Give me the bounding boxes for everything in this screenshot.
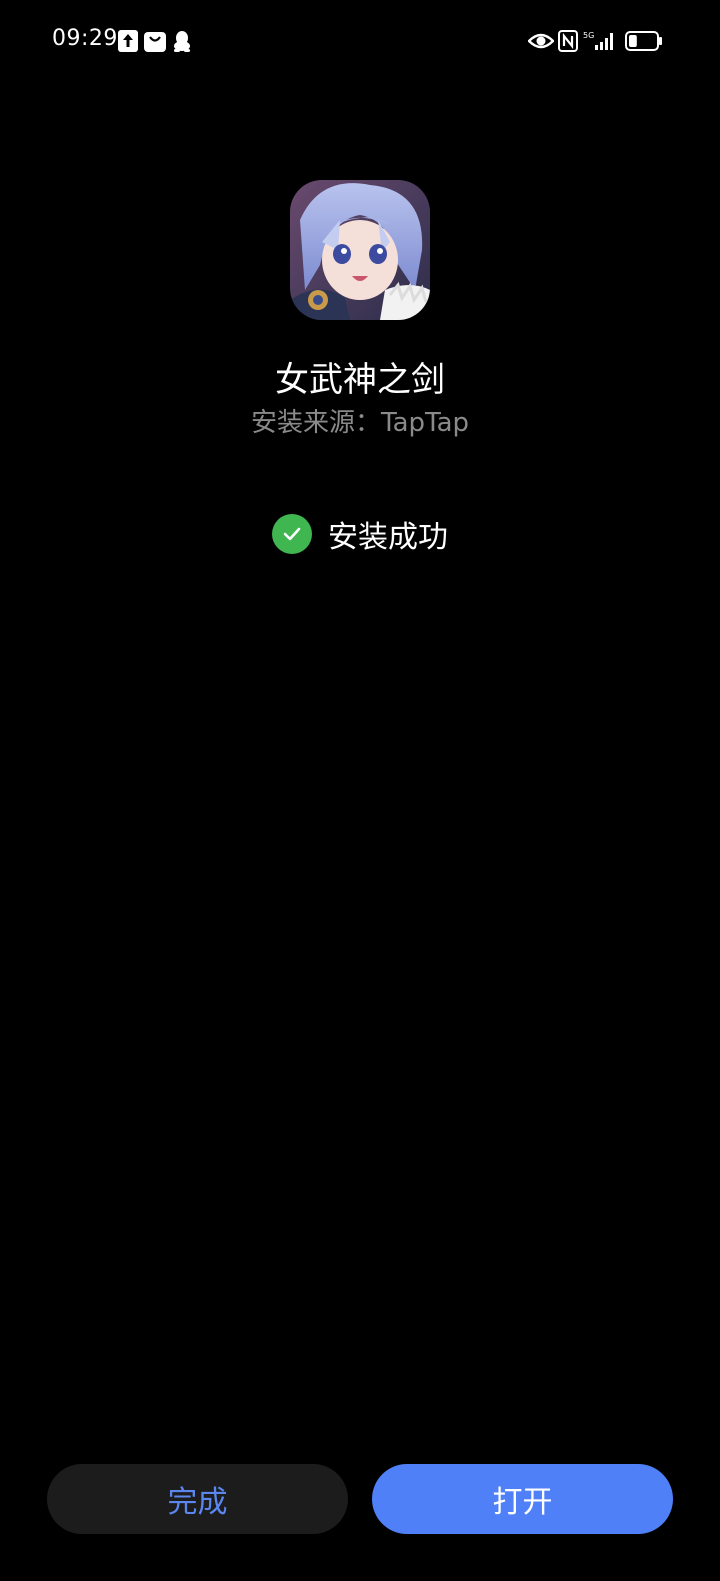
battery-icon	[625, 30, 663, 52]
status-bar: 09:29 5G	[0, 0, 720, 84]
check-icon	[272, 514, 312, 554]
open-button[interactable]: 打开	[372, 1464, 673, 1534]
app-icon	[290, 180, 430, 320]
app-name: 女武神之剑	[275, 360, 445, 400]
install-status-text: 安装成功	[328, 520, 448, 555]
install-source: 安装来源：TapTap	[250, 408, 470, 438]
qq-penguin-icon	[172, 30, 194, 52]
network-label: 5G	[583, 31, 594, 40]
install-status: 安装成功	[0, 512, 720, 556]
signal-icon: 5G	[583, 30, 619, 52]
status-time: 09:29	[52, 26, 118, 51]
eye-icon	[528, 30, 554, 52]
done-button[interactable]: 完成	[47, 1464, 348, 1534]
shopping-bag-icon	[144, 30, 166, 52]
nfc-icon	[558, 30, 580, 52]
upload-icon	[118, 30, 140, 52]
